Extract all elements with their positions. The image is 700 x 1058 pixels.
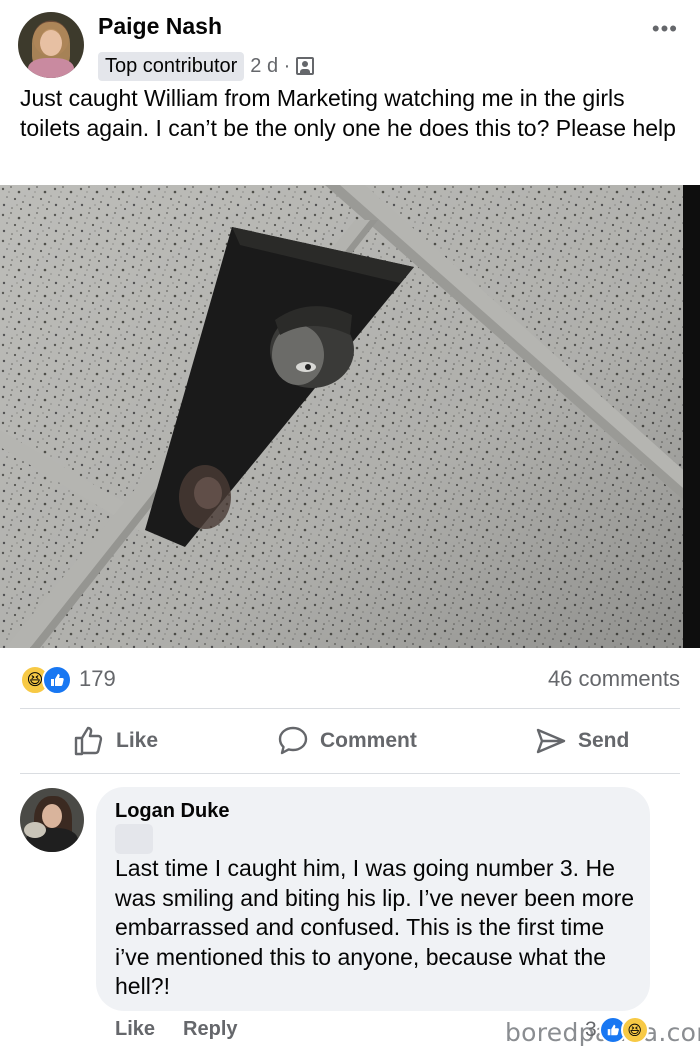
send-arrow-icon — [534, 724, 568, 758]
comment-like-button[interactable]: Like — [115, 1018, 155, 1048]
divider — [20, 708, 680, 709]
comment-reaction-count: 3 — [585, 1018, 597, 1041]
comment-bubble-icon — [276, 724, 310, 758]
comments-count-link[interactable]: 46 comments — [548, 666, 680, 692]
more-options-icon[interactable]: ••• — [652, 18, 678, 40]
post-meta: Top contributor 2 d · — [98, 50, 315, 82]
like-button[interactable]: Like — [72, 710, 158, 772]
commenter-avatar[interactable] — [20, 788, 84, 852]
post-header: Paige Nash Top contributor 2 d · ••• — [0, 0, 700, 86]
comment-bubble: Logan Duke Last time I caught him, I was… — [96, 787, 650, 1011]
reactions-summary[interactable]: 😆 179 46 comments — [0, 660, 700, 700]
author-name[interactable]: Paige Nash — [98, 13, 222, 40]
commenter-name[interactable]: Logan Duke — [115, 800, 229, 823]
post-time[interactable]: 2 d · — [250, 55, 290, 78]
thumbs-up-icon — [72, 724, 106, 758]
top-contributor-badge[interactable]: Top contributor — [98, 51, 245, 81]
divider — [20, 773, 680, 774]
author-avatar[interactable] — [18, 12, 84, 78]
people-audience-icon — [296, 57, 315, 75]
comment-label: Comment — [320, 729, 417, 752]
commenter-badge — [115, 824, 153, 854]
comment-reply-button[interactable]: Reply — [183, 1018, 237, 1048]
like-reaction-icon — [42, 665, 72, 695]
post-photo[interactable] — [0, 185, 700, 648]
reaction-icons: 😆 — [20, 665, 76, 695]
post-text: Just caught William from Marketing watch… — [20, 85, 676, 141]
like-label: Like — [116, 729, 159, 752]
send-button[interactable]: Send — [534, 710, 629, 772]
comment-text: Last time I caught him, I was going numb… — [115, 855, 635, 999]
haha-emoji-icon: 😆 — [620, 1016, 649, 1044]
comment-reactions[interactable]: 3 😆 — [585, 1014, 649, 1046]
comment-actions: Like Reply — [115, 1018, 238, 1048]
post-actions: Like Comment Send — [0, 710, 700, 772]
reaction-count: 179 — [79, 666, 116, 691]
send-label: Send — [578, 729, 630, 752]
comment-button[interactable]: Comment — [276, 710, 417, 772]
